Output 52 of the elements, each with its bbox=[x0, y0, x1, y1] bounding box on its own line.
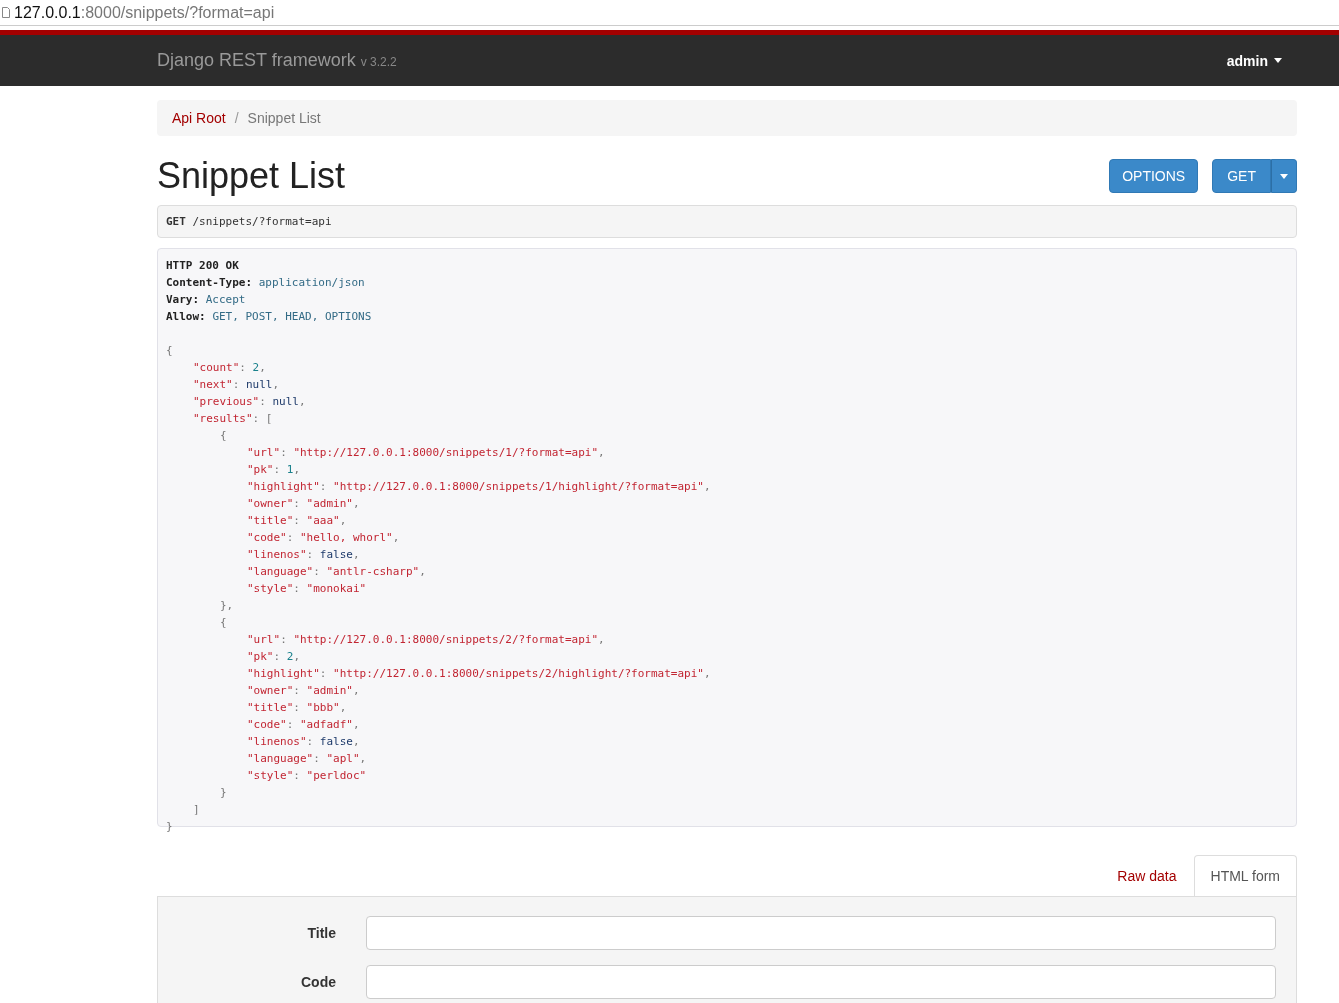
code-line: } bbox=[166, 819, 173, 835]
code-line: ] bbox=[193, 802, 200, 818]
code-line: "style": "perldoc" bbox=[247, 768, 367, 784]
code-line: "owner": "admin", bbox=[247, 683, 360, 699]
code-line: "linenos": false, bbox=[247, 547, 360, 563]
code-line: "pk": 1, bbox=[247, 462, 300, 478]
caret-icon bbox=[1274, 58, 1282, 63]
code-line: "count": 2, bbox=[193, 360, 266, 376]
code-line: "code": "hello, whorl", bbox=[247, 530, 400, 546]
code-line: "language": "apl", bbox=[247, 751, 367, 767]
code-line: "title": "bbb", bbox=[247, 700, 347, 716]
form-tab[interactable]: HTML form bbox=[1193, 855, 1297, 896]
code-line: "url": "http://127.0.0.1:8000/snippets/1/?format=api", bbox=[247, 445, 605, 461]
code-line: "highlight": "http://127.0.0.1:8000/snippets/1/highlight/?format=api", bbox=[247, 479, 711, 495]
code-line: }, bbox=[220, 598, 234, 614]
code-line: "code": "adfadf", bbox=[247, 717, 360, 733]
dropdown-toggle[interactable] bbox=[1271, 159, 1297, 193]
input-field[interactable] bbox=[366, 916, 1276, 950]
user-menu[interactable]: admin bbox=[1226, 52, 1282, 69]
code-line: "owner": "admin", bbox=[247, 496, 360, 512]
field-label: Title bbox=[306, 925, 337, 941]
code-line: "results": [ bbox=[193, 411, 273, 427]
code-line: "language": "antlr-csharp", bbox=[247, 564, 426, 580]
code-line: "style": "monokai" bbox=[247, 581, 367, 597]
code-line: "previous": null, bbox=[193, 394, 306, 410]
code-line: } bbox=[220, 785, 227, 801]
breadcrumb-item[interactable]: Api Root bbox=[172, 110, 226, 126]
form-tab[interactable]: Raw data bbox=[1100, 855, 1194, 896]
options-button[interactable]: OPTIONS bbox=[1109, 159, 1199, 193]
breadcrumb-separator: / bbox=[234, 110, 239, 126]
breadcrumb-item: Snippet List bbox=[247, 110, 321, 126]
code-line: { bbox=[220, 428, 227, 444]
code-line: "pk": 2, bbox=[247, 649, 300, 665]
response-header: Vary: Accept bbox=[166, 292, 247, 308]
address-url[interactable]: 127.0.0.1:8000/snippets/?format=api bbox=[14, 3, 275, 22]
caret-icon bbox=[1280, 173, 1288, 179]
get-button[interactable]: GET bbox=[1212, 159, 1271, 193]
code-line: "url": "http://127.0.0.1:8000/snippets/2/?format=api", bbox=[247, 632, 605, 648]
code-line: { bbox=[166, 343, 173, 359]
response-header: Allow: GET, POST, HEAD, OPTIONS bbox=[166, 309, 373, 325]
code-line: "linenos": false, bbox=[247, 734, 360, 750]
code-line: { bbox=[220, 615, 227, 631]
code-line: "title": "aaa", bbox=[247, 513, 347, 529]
code-line: "highlight": "http://127.0.0.1:8000/snippets/2/highlight/?format=api", bbox=[247, 666, 711, 682]
page-title: Snippet List bbox=[157, 155, 347, 197]
response-header: Content-Type: application/json bbox=[166, 275, 366, 291]
input-field[interactable] bbox=[366, 965, 1276, 999]
brand-title[interactable]: Django REST framework bbox=[157, 50, 356, 71]
code-line: "next": null, bbox=[193, 377, 280, 393]
response-header: HTTP 200 OK bbox=[166, 258, 240, 274]
version-label: v 3.2.2 bbox=[360, 55, 397, 69]
field-label: Code bbox=[300, 974, 337, 990]
